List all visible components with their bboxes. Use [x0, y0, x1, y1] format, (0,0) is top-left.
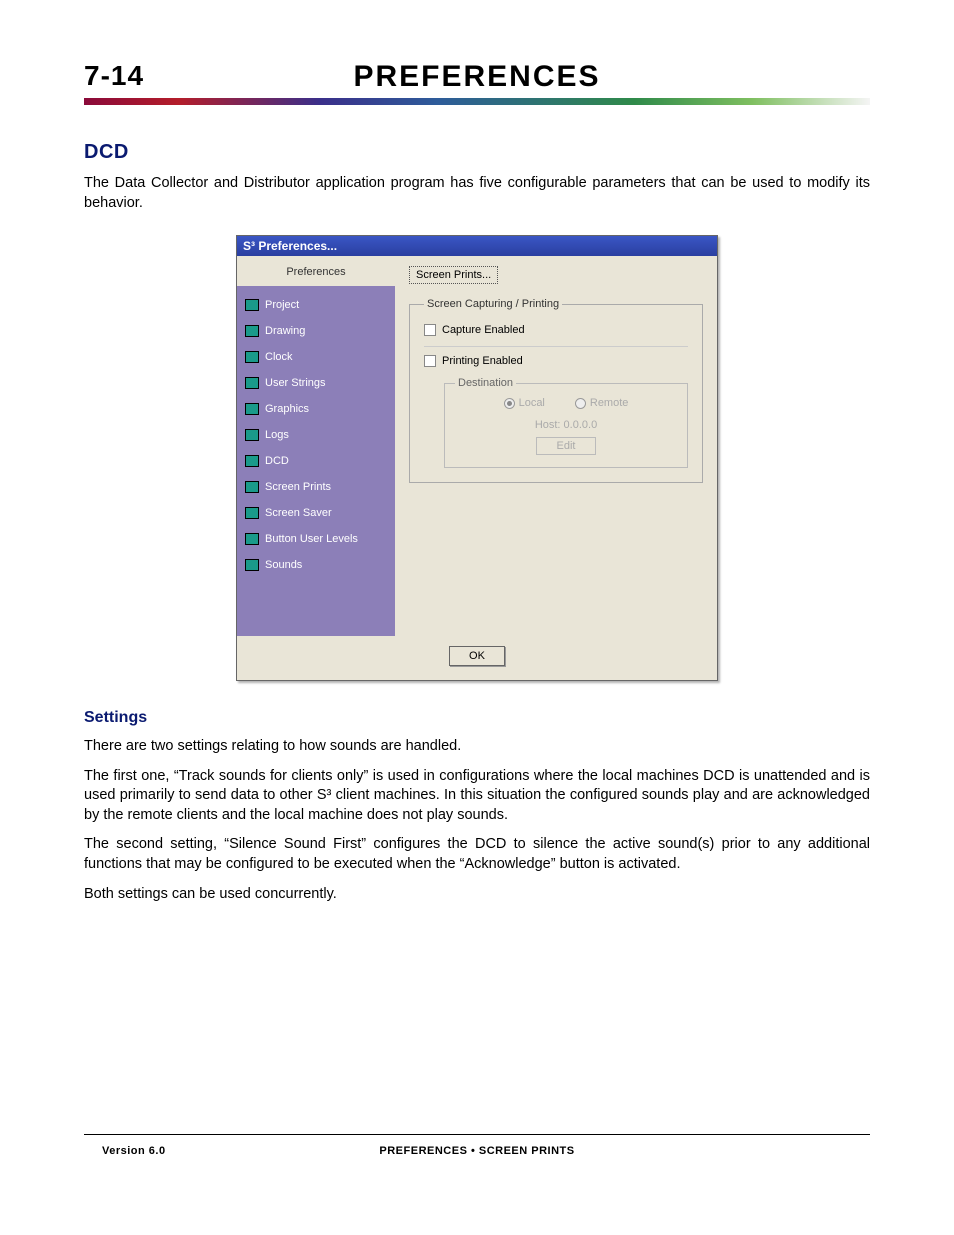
radio-icon [575, 398, 586, 409]
sidebar-item-label: Drawing [265, 325, 305, 337]
sidebar-item-label: Screen Saver [265, 507, 332, 519]
printing-enabled-checkbox[interactable] [424, 355, 436, 367]
folder-icon [245, 351, 259, 363]
folder-icon [245, 429, 259, 441]
dialog-content: Screen Prints... Screen Capturing / Prin… [395, 256, 717, 636]
radio-icon [504, 398, 515, 409]
folder-icon [245, 403, 259, 415]
settings-p2: The first one, “Track sounds for clients… [84, 767, 870, 826]
sidebar-item-clock[interactable]: Clock [237, 344, 395, 370]
page-title: PREFERENCES [353, 60, 600, 94]
footer-version: Version 6.0 [84, 1145, 166, 1157]
folder-icon [245, 533, 259, 545]
sidebar-title: Preferences [237, 256, 395, 286]
radio-remote-label: Remote [590, 397, 629, 409]
sidebar-item-label: Graphics [265, 403, 309, 415]
folder-icon [245, 377, 259, 389]
printing-enabled-label: Printing Enabled [442, 355, 523, 367]
preferences-dialog: S³ Preferences... Preferences Project Dr… [236, 235, 718, 681]
host-text: Host: 0.0.0.0 [455, 419, 677, 431]
capture-enabled-label: Capture Enabled [442, 324, 525, 336]
sidebar-item-label: Sounds [265, 559, 302, 571]
destination-legend: Destination [455, 377, 516, 389]
folder-icon [245, 299, 259, 311]
sidebar-item-screen-saver[interactable]: Screen Saver [237, 500, 395, 526]
folder-icon [245, 559, 259, 571]
radio-local-label: Local [519, 397, 545, 409]
sidebar-item-graphics[interactable]: Graphics [237, 396, 395, 422]
edit-button[interactable]: Edit [536, 437, 596, 455]
page-number: 7-14 [84, 60, 144, 92]
settings-p4: Both settings can be used concurrently. [84, 885, 870, 905]
dcd-paragraph: The Data Collector and Distributor appli… [84, 174, 870, 213]
ok-button[interactable]: OK [449, 646, 505, 666]
sidebar-item-project[interactable]: Project [237, 292, 395, 318]
settings-heading: Settings [84, 709, 870, 727]
dialog-titlebar: S³ Preferences... [237, 236, 717, 256]
sidebar-item-drawing[interactable]: Drawing [237, 318, 395, 344]
group-legend: Screen Capturing / Printing [424, 298, 562, 310]
sidebar-item-label: Project [265, 299, 299, 311]
folder-icon [245, 481, 259, 493]
radio-remote[interactable]: Remote [575, 397, 629, 409]
sidebar-item-label: User Strings [265, 377, 326, 389]
sidebar-item-label: Screen Prints [265, 481, 331, 493]
sidebar-item-dcd[interactable]: DCD [237, 448, 395, 474]
settings-p1: There are two settings relating to how s… [84, 737, 870, 757]
folder-icon [245, 325, 259, 337]
capture-enabled-checkbox[interactable] [424, 324, 436, 336]
header-gradient [84, 98, 870, 105]
dcd-heading: DCD [84, 141, 870, 164]
sidebar-item-label: Logs [265, 429, 289, 441]
dialog-sidebar: Preferences Project Drawing Clock User S… [237, 256, 395, 636]
sidebar-item-screen-prints[interactable]: Screen Prints [237, 474, 395, 500]
destination-group: Destination Local Remote Host: 0.0.0 [444, 377, 688, 468]
sidebar-item-user-strings[interactable]: User Strings [237, 370, 395, 396]
page-footer: Version 6.0 PREFERENCES • SCREEN PRINTS [84, 1134, 870, 1157]
sidebar-item-label: Button User Levels [265, 533, 358, 545]
radio-local[interactable]: Local [504, 397, 545, 409]
folder-icon [245, 507, 259, 519]
folder-icon [245, 455, 259, 467]
sidebar-item-sounds[interactable]: Sounds [237, 552, 395, 578]
sidebar-item-label: DCD [265, 455, 289, 467]
sidebar-item-label: Clock [265, 351, 293, 363]
sidebar-item-logs[interactable]: Logs [237, 422, 395, 448]
screen-capturing-group: Screen Capturing / Printing Capture Enab… [409, 298, 703, 483]
footer-title: PREFERENCES • SCREEN PRINTS [379, 1145, 574, 1157]
screen-prints-button[interactable]: Screen Prints... [409, 266, 498, 284]
settings-p3: The second setting, “Silence Sound First… [84, 835, 870, 874]
sidebar-item-button-user-levels[interactable]: Button User Levels [237, 526, 395, 552]
